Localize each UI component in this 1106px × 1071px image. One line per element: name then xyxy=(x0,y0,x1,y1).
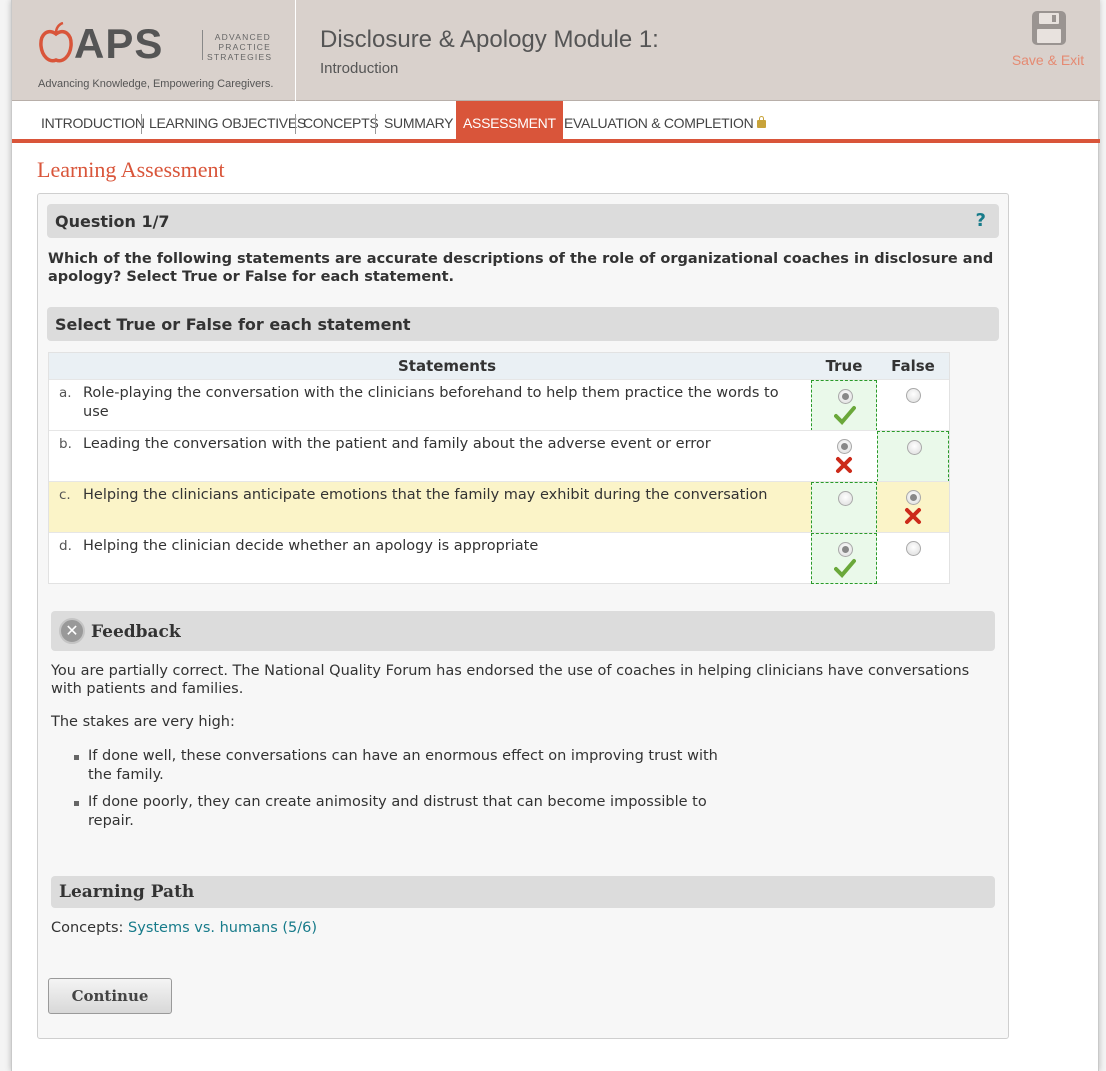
learning-path-prefix: Concepts: xyxy=(51,920,129,936)
row-letter: c. xyxy=(59,487,71,503)
statement-text: Leading the conversation with the patien… xyxy=(83,436,711,452)
table-row: b. Leading the conversation with the pat… xyxy=(49,430,949,482)
feedback-header: ✕ Feedback xyxy=(51,611,995,651)
statement-text: Helping the clinician decide whether an … xyxy=(83,538,539,554)
logo-sub-line-1: ADVANCED xyxy=(214,32,271,42)
tab-introduction[interactable]: INTRODUCTION xyxy=(41,101,145,143)
tab-evaluation-completion[interactable]: EVALUATION & COMPLETION xyxy=(564,101,767,143)
false-cell xyxy=(877,533,943,584)
true-radio[interactable] xyxy=(837,439,852,454)
module-subtitle: Introduction xyxy=(320,60,399,77)
true-radio[interactable] xyxy=(838,389,853,404)
app-frame: APS ADVANCED PRACTICE STRATEGIES Advanci… xyxy=(11,0,1100,1071)
apple-logo-icon xyxy=(39,22,73,63)
true-cell xyxy=(811,482,877,533)
circle-x-icon: ✕ xyxy=(59,618,85,644)
tagline: Advancing Knowledge, Empowering Caregive… xyxy=(38,78,274,90)
statement-text: Helping the clinicians anticipate emotio… xyxy=(83,487,768,503)
false-radio[interactable] xyxy=(906,388,921,403)
header-false: False xyxy=(877,353,949,379)
save-disk-icon xyxy=(1032,11,1066,45)
logo-subtext: ADVANCED PRACTICE STRATEGIES xyxy=(207,32,271,62)
question-number: Question 1/7 xyxy=(55,212,170,231)
nav-separator xyxy=(295,114,296,134)
tab-evaluation-label: EVALUATION & COMPLETION xyxy=(564,115,754,131)
table-row: d. Helping the clinician decide whether … xyxy=(49,532,949,584)
instruction-header: Select True or False for each statement xyxy=(47,307,999,341)
header-statements: Statements xyxy=(49,353,811,379)
feedback-title: Feedback xyxy=(91,622,181,642)
false-radio[interactable] xyxy=(906,490,921,505)
tab-assessment[interactable]: ASSESSMENT xyxy=(456,101,563,143)
true-cell xyxy=(811,431,877,482)
page-title: Learning Assessment xyxy=(37,157,225,182)
statements-table: Statements True False a. Role-playing th… xyxy=(48,352,950,584)
bullet-text: If done well, these conversations can ha… xyxy=(88,748,718,783)
check-icon xyxy=(834,559,856,578)
logo-sub-line-3: STRATEGIES xyxy=(207,52,273,62)
question-text: Which of the following statements are ac… xyxy=(48,251,994,285)
list-item: If done poorly, they can create animosit… xyxy=(74,793,734,831)
false-radio[interactable] xyxy=(907,440,922,455)
lock-icon xyxy=(757,116,767,128)
true-radio[interactable] xyxy=(838,491,853,506)
feedback-text: You are partially correct. The National … xyxy=(51,663,970,697)
question-header: Question 1/7 ? xyxy=(47,204,999,238)
help-icon[interactable]: ? xyxy=(976,210,986,231)
module-title: Disclosure & Apology Module 1: xyxy=(320,26,659,53)
list-item: If done well, these conversations can ha… xyxy=(74,747,734,785)
logo-text: APS xyxy=(74,20,164,67)
statement-text: Role-playing the conversation with the c… xyxy=(83,385,779,420)
tab-learning-objectives[interactable]: LEARNING OBJECTIVES xyxy=(149,101,306,143)
table-row: c. Helping the clinicians anticipate emo… xyxy=(49,481,949,533)
bullet-text: If done poorly, they can create animosit… xyxy=(88,794,707,829)
cross-icon xyxy=(905,508,921,524)
false-cell xyxy=(877,431,949,482)
main-nav: INTRODUCTION LEARNING OBJECTIVES CONCEPT… xyxy=(12,101,1100,143)
learning-path-title: Learning Path xyxy=(59,882,195,902)
learning-path-header: Learning Path xyxy=(51,876,995,908)
continue-button[interactable]: Continue xyxy=(48,978,172,1014)
tab-summary[interactable]: SUMMARY xyxy=(384,101,454,143)
row-letter: d. xyxy=(59,538,72,554)
false-cell xyxy=(877,482,943,533)
false-cell xyxy=(877,380,943,431)
check-icon xyxy=(834,406,856,425)
table-row: a. Role-playing the conversation with th… xyxy=(49,379,949,431)
feedback-stakes: The stakes are very high: xyxy=(51,714,235,730)
true-cell xyxy=(811,533,877,584)
cross-icon xyxy=(836,457,852,473)
logo-divider xyxy=(202,30,203,60)
logo-sub-line-2: PRACTICE xyxy=(218,42,271,52)
assessment-card: Question 1/7 ? Which of the following st… xyxy=(37,193,1009,1039)
row-letter: a. xyxy=(59,385,72,401)
row-letter: b. xyxy=(59,436,72,452)
logo[interactable]: APS ADVANCED PRACTICE STRATEGIES Advanci… xyxy=(12,0,296,101)
save-exit-label: Save & Exit xyxy=(1011,52,1085,68)
false-radio[interactable] xyxy=(906,541,921,556)
header-true: True xyxy=(811,353,877,379)
save-exit-button[interactable]: Save & Exit xyxy=(1006,8,1090,72)
nav-separator xyxy=(141,114,142,134)
learning-path-text: Concepts: Systems vs. humans (5/6) xyxy=(51,920,317,936)
tab-concepts[interactable]: CONCEPTS xyxy=(303,101,379,143)
instruction-text: Select True or False for each statement xyxy=(55,315,411,334)
learning-path-link[interactable]: Systems vs. humans (5/6) xyxy=(128,920,317,936)
nav-separator xyxy=(375,114,376,134)
true-cell xyxy=(811,380,877,431)
true-radio[interactable] xyxy=(838,542,853,557)
header: APS ADVANCED PRACTICE STRATEGIES Advanci… xyxy=(12,0,1100,101)
